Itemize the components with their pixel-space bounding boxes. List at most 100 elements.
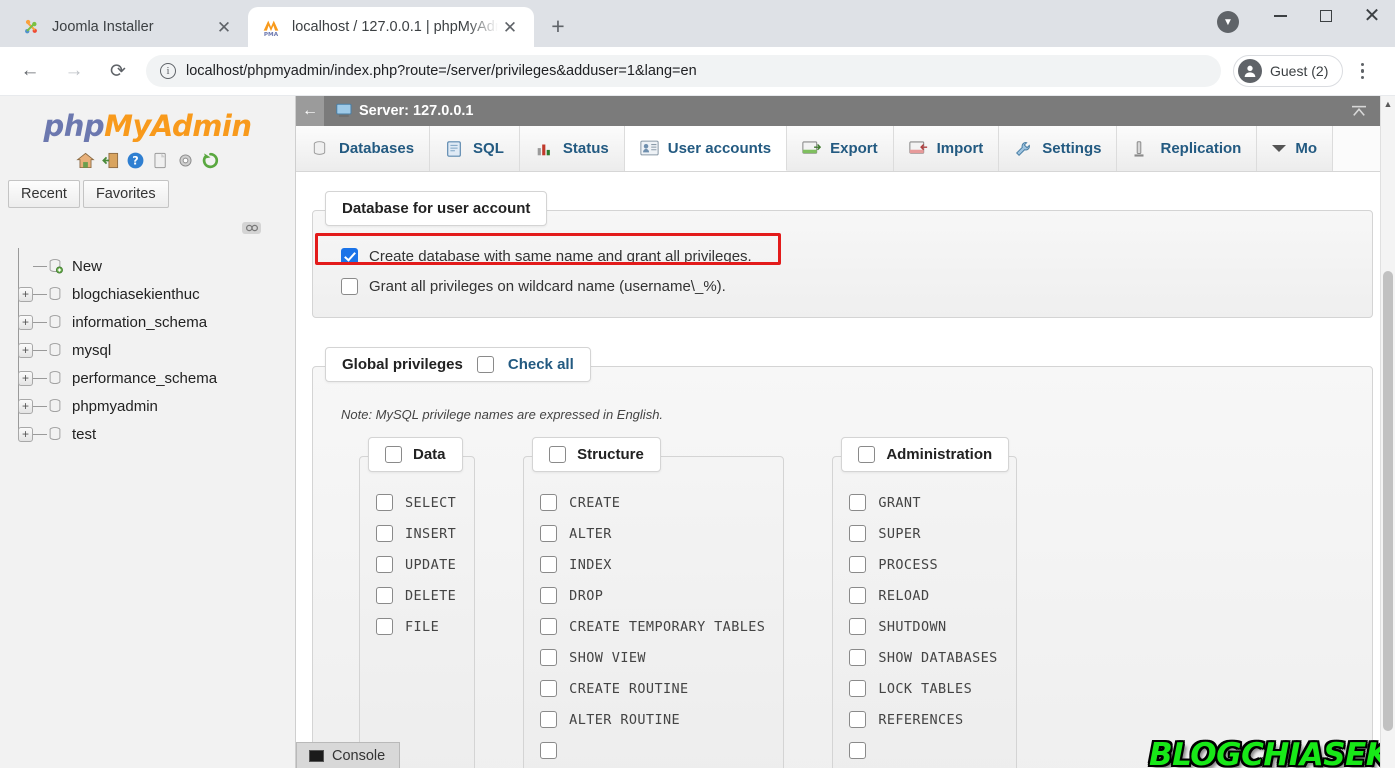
privilege-item[interactable]: LOCK TABLES bbox=[849, 673, 997, 704]
privilege-checkbox[interactable] bbox=[540, 742, 558, 759]
reload-button[interactable]: ⟳ bbox=[101, 54, 135, 88]
database-tree-item[interactable]: + mysql bbox=[10, 336, 295, 364]
privilege-checkbox[interactable] bbox=[376, 525, 393, 542]
privilege-checkbox[interactable] bbox=[849, 587, 867, 604]
minimize-button[interactable] bbox=[1257, 0, 1303, 32]
privilege-item[interactable]: SELECT bbox=[376, 487, 456, 518]
privilege-item[interactable]: DROP bbox=[540, 580, 765, 611]
check-all-checkbox[interactable] bbox=[476, 356, 494, 373]
console-bar[interactable]: Console bbox=[296, 742, 400, 768]
privilege-item[interactable]: INSERT bbox=[376, 518, 456, 549]
privilege-item[interactable]: REFERENCES bbox=[849, 704, 997, 735]
privilege-item[interactable]: SUPER bbox=[849, 518, 997, 549]
privilege-item[interactable]: SHUTDOWN bbox=[849, 611, 997, 642]
back-arrow-icon[interactable]: ← bbox=[296, 96, 324, 126]
forward-button[interactable]: → bbox=[57, 54, 91, 88]
privilege-checkbox[interactable] bbox=[540, 680, 558, 697]
browser-tab-phpmyadmin[interactable]: PMA localhost / 127.0.0.1 | phpMyAdmin ✕ bbox=[248, 7, 534, 47]
privilege-checkbox[interactable] bbox=[540, 618, 558, 635]
scrollbar-thumb[interactable] bbox=[1383, 271, 1393, 731]
database-tree-item[interactable]: + blogchiasekienthuc bbox=[10, 280, 295, 308]
nav-tab-import[interactable]: Import bbox=[893, 126, 1000, 171]
privilege-checkbox[interactable] bbox=[849, 711, 867, 728]
download-circle-icon[interactable]: ▼ bbox=[1217, 11, 1239, 33]
maximize-button[interactable] bbox=[1303, 0, 1349, 32]
nav-tab-settings[interactable]: Settings bbox=[999, 126, 1118, 171]
database-tree-item[interactable]: + phpmyadmin bbox=[10, 392, 295, 420]
wildcard-privileges-checkbox[interactable] bbox=[341, 277, 358, 295]
privilege-item[interactable]: ALTER bbox=[540, 518, 765, 549]
new-tab-button[interactable]: + bbox=[540, 8, 576, 44]
reload-icon[interactable] bbox=[201, 151, 220, 170]
privilege-item[interactable]: CREATE bbox=[540, 487, 765, 518]
site-info-icon[interactable]: i bbox=[160, 63, 176, 79]
privilege-checkbox[interactable] bbox=[376, 556, 393, 573]
privilege-checkbox[interactable] bbox=[849, 556, 867, 573]
kebab-menu-icon[interactable] bbox=[1347, 62, 1377, 80]
profile-button[interactable]: Guest (2) bbox=[1233, 55, 1344, 87]
privilege-checkbox[interactable] bbox=[849, 680, 867, 697]
privilege-item[interactable]: ALTER ROUTINE bbox=[540, 704, 765, 735]
privilege-checkbox[interactable] bbox=[540, 556, 558, 573]
privilege-item[interactable]: PROCESS bbox=[849, 549, 997, 580]
privilege-item[interactable]: CREATE TEMPORARY TABLES bbox=[540, 611, 765, 642]
privilege-checkbox[interactable] bbox=[376, 494, 393, 511]
nav-tab-replication[interactable]: Replication bbox=[1117, 126, 1258, 171]
privilege-checkbox[interactable] bbox=[849, 494, 867, 511]
nav-tab-sql[interactable]: SQL bbox=[430, 126, 520, 171]
expand-toggle-icon[interactable]: + bbox=[18, 398, 33, 414]
create-database-checkbox[interactable] bbox=[341, 247, 358, 265]
scroll-up-arrow[interactable]: ▲ bbox=[1381, 96, 1395, 111]
privilege-item[interactable]: GRANT bbox=[849, 487, 997, 518]
nav-tab-status[interactable]: Status bbox=[519, 126, 625, 171]
structure-check-all-checkbox[interactable] bbox=[549, 446, 567, 463]
exit-icon[interactable] bbox=[101, 151, 120, 170]
privilege-item[interactable]: RELOAD bbox=[849, 580, 997, 611]
expand-toggle-icon[interactable]: + bbox=[18, 342, 33, 358]
sidebar-tab-favorites[interactable]: Favorites bbox=[82, 180, 169, 208]
privilege-item[interactable] bbox=[540, 735, 765, 766]
browser-tab-joomla[interactable]: Joomla Installer ✕ bbox=[8, 7, 248, 47]
database-tree-item[interactable]: + test bbox=[10, 420, 295, 448]
expand-toggle-icon[interactable]: + bbox=[18, 286, 33, 302]
nav-tab-mo[interactable]: Mo bbox=[1257, 126, 1334, 171]
tab-close-icon[interactable]: ✕ bbox=[498, 15, 522, 39]
privilege-checkbox[interactable] bbox=[376, 618, 393, 635]
nav-tab-export[interactable]: Export bbox=[787, 126, 894, 171]
home-icon[interactable] bbox=[75, 151, 95, 170]
expand-toggle-icon[interactable]: + bbox=[18, 426, 33, 442]
expand-toggle-icon[interactable]: + bbox=[18, 314, 33, 330]
privilege-checkbox[interactable] bbox=[849, 742, 867, 759]
privilege-item[interactable]: CREATE ROUTINE bbox=[540, 673, 765, 704]
data-check-all-checkbox[interactable] bbox=[385, 446, 402, 463]
privilege-item[interactable]: FILE bbox=[376, 611, 456, 642]
tab-close-icon[interactable]: ✕ bbox=[212, 15, 236, 39]
nav-tab-user-accounts[interactable]: User accounts bbox=[624, 126, 788, 171]
privilege-checkbox[interactable] bbox=[376, 587, 393, 604]
privilege-checkbox[interactable] bbox=[540, 587, 558, 604]
privilege-item[interactable]: SHOW VIEW bbox=[540, 642, 765, 673]
nav-tab-databases[interactable]: Databases bbox=[296, 126, 431, 171]
back-button[interactable]: ← bbox=[13, 54, 47, 88]
close-window-button[interactable]: ✕ bbox=[1349, 0, 1395, 32]
privilege-checkbox[interactable] bbox=[540, 494, 558, 511]
option-wildcard-privileges[interactable]: Grant all privileges on wildcard name (u… bbox=[329, 271, 1356, 301]
privilege-checkbox[interactable] bbox=[540, 525, 558, 542]
database-tree-item[interactable]: + information_schema bbox=[10, 308, 295, 336]
expand-toggle-icon[interactable]: + bbox=[18, 370, 33, 386]
sidebar-tab-recent[interactable]: Recent bbox=[8, 180, 80, 208]
privilege-item[interactable]: INDEX bbox=[540, 549, 765, 580]
privilege-checkbox[interactable] bbox=[849, 618, 867, 635]
database-tree-item[interactable]: + performance_schema bbox=[10, 364, 295, 392]
help-icon[interactable]: ? bbox=[126, 151, 145, 170]
settings-icon[interactable] bbox=[176, 151, 195, 170]
privilege-checkbox[interactable] bbox=[540, 649, 558, 666]
database-tree-item[interactable]: New bbox=[10, 252, 295, 280]
pma-logo[interactable]: phpMyAdmin bbox=[0, 96, 295, 147]
privilege-checkbox[interactable] bbox=[849, 525, 867, 542]
collapse-up-icon[interactable] bbox=[1349, 101, 1369, 121]
privilege-checkbox[interactable] bbox=[849, 649, 867, 666]
privilege-item[interactable] bbox=[849, 735, 997, 766]
address-bar[interactable]: i localhost/phpmyadmin/index.php?route=/… bbox=[146, 55, 1221, 87]
chain-link-icon[interactable] bbox=[242, 222, 261, 234]
